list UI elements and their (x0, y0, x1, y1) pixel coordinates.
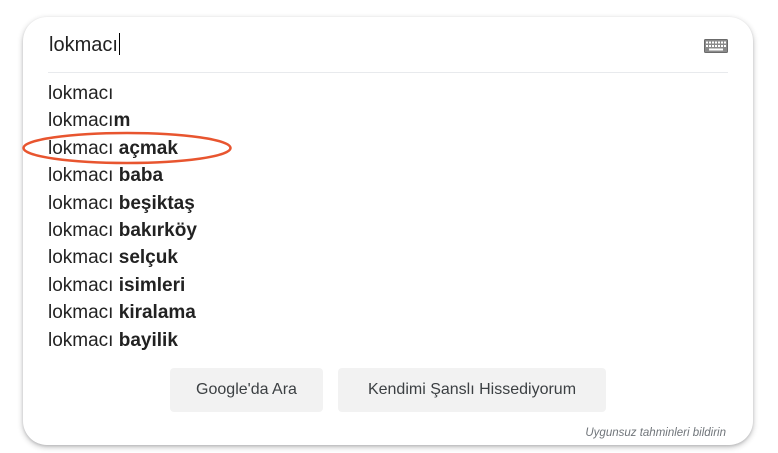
suggestion-prefix: lokmacı (48, 247, 119, 269)
suggestion-item[interactable]: lokmacı kiralama (23, 299, 753, 326)
suggestion-prefix: lokmacı (48, 83, 114, 104)
text-caret (118, 33, 120, 55)
suggestion-prefix: lokmacı (48, 274, 119, 296)
suggestion-item[interactable]: lokmacım (23, 107, 753, 134)
suggestion-completion: beşiktaş (118, 192, 195, 214)
feeling-lucky-button[interactable]: Kendimi Şanslı Hissediyorum (338, 368, 606, 412)
keyboard-icon[interactable] (704, 39, 728, 53)
suggestion-item[interactable]: lokmacı bayilik (23, 327, 753, 354)
search-input[interactable]: lokmacı (49, 33, 120, 57)
suggestion-completion: selçuk (118, 247, 178, 269)
suggestion-prefix: lokmacı (48, 137, 119, 159)
suggestion-prefix: lokmacı (48, 192, 119, 214)
search-divider (48, 72, 728, 73)
suggestion-prefix: lokmacı (48, 219, 119, 241)
search-autocomplete-panel: lokmacı lokmacı lokmacım lokmacı açmak l… (23, 17, 753, 445)
suggestion-item[interactable]: lokmacı beşiktaş (23, 190, 753, 217)
search-query: lokmacı (49, 34, 118, 56)
search-buttons: Google'da Ara Kendimi Şanslı Hissediyoru… (170, 368, 606, 412)
suggestion-completion: kiralama (118, 302, 196, 324)
report-predictions-link[interactable]: Uygunsuz tahminleri bildirin (585, 427, 726, 439)
suggestion-prefix: lokmacı (48, 329, 119, 351)
suggestion-completion: isimleri (118, 274, 186, 296)
search-box[interactable]: lokmacı (23, 17, 753, 73)
suggestion-item[interactable]: lokmacı açmak (23, 135, 753, 162)
suggestion-completion: açmak (118, 137, 178, 159)
suggestion-completion: bakırköy (118, 219, 197, 241)
google-search-button[interactable]: Google'da Ara (170, 368, 323, 412)
suggestion-completion: bayilik (118, 329, 178, 351)
suggestion-item[interactable]: lokmacı isimleri (23, 272, 753, 299)
suggestion-completion: m (113, 110, 131, 132)
suggestion-completion: baba (118, 165, 164, 187)
suggestion-item[interactable]: lokmacı baba (23, 162, 753, 189)
suggestion-item[interactable]: lokmacı selçuk (23, 244, 753, 271)
suggestion-item[interactable]: lokmacı bakırköy (23, 217, 753, 244)
suggestion-prefix: lokmacı (48, 165, 119, 187)
suggestion-prefix: lokmacı (48, 302, 119, 324)
suggestion-list: lokmacı lokmacım lokmacı açmak lokmacı b… (23, 80, 753, 354)
suggestion-prefix: lokmacı (48, 110, 114, 132)
suggestion-item[interactable]: lokmacı (23, 80, 753, 107)
